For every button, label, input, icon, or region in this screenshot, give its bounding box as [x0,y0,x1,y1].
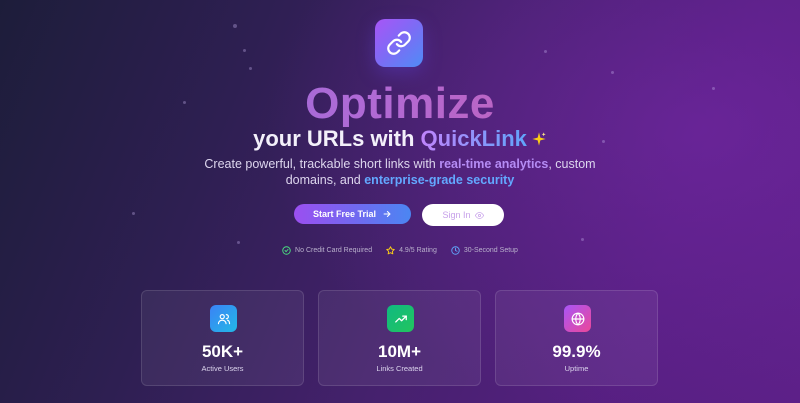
sign-in-button[interactable]: Sign In [422,204,504,226]
badge-no-credit-card: No Credit Card Required [282,246,372,255]
trending-up-icon [387,305,414,332]
badge-setup: 30-Second Setup [451,246,518,255]
background-particle [249,67,252,70]
background-particle [233,24,237,28]
stat-label: Active Users [201,364,244,373]
arrow-right-icon [383,210,391,218]
stat-label: Uptime [564,364,589,373]
background-particle [581,238,584,241]
eye-icon [474,211,484,219]
globe-icon [564,305,591,332]
background-particle [237,241,240,244]
trust-badges: No Credit Card Required 4.9/5 Rating 30-… [0,246,800,255]
background-particle [544,50,547,53]
hero-title: Optimize [0,78,800,130]
start-free-trial-label: Start Free Trial [312,209,377,219]
stat-value: 99.9% [552,342,601,361]
sign-in-label: Sign In [442,210,471,220]
link-icon [387,31,411,55]
star-icon [386,246,395,255]
badge-label: 30-Second Setup [463,247,518,254]
stat-value: 50K+ [201,342,244,361]
clock-icon [451,246,460,255]
hero-subtitle-prefix: your URLs with [253,126,421,151]
users-icon [210,305,237,332]
stat-card-active-users: 50K+ Active Users [141,290,304,386]
stat-label: Links Created [376,364,423,373]
highlight-security: enterprise-grade security [364,173,515,187]
check-circle-icon [282,246,291,255]
hero-description: Create powerful, trackable short links w… [200,156,600,188]
badge-label: 4.9/5 Rating [399,247,437,254]
logo [375,19,423,67]
sparkle-icon [531,125,547,155]
description-text: Create powerful, trackable short links w… [204,157,440,171]
stat-value: 10M+ [378,342,421,361]
background-particle [243,49,246,52]
start-free-trial-button[interactable]: Start Free Trial [294,204,411,224]
hero-subtitle: your URLs with QuickLink [0,124,800,155]
stat-card-uptime: 99.9% Uptime [495,290,658,386]
background-particle [132,212,135,215]
highlight-analytics: real-time analytics [439,157,549,171]
badge-rating: 4.9/5 Rating [386,246,437,255]
background-particle [611,71,614,74]
brand-name: QuickLink [420,126,527,151]
badge-label: No Credit Card Required [295,247,373,254]
stat-card-links-created: 10M+ Links Created [318,290,481,386]
